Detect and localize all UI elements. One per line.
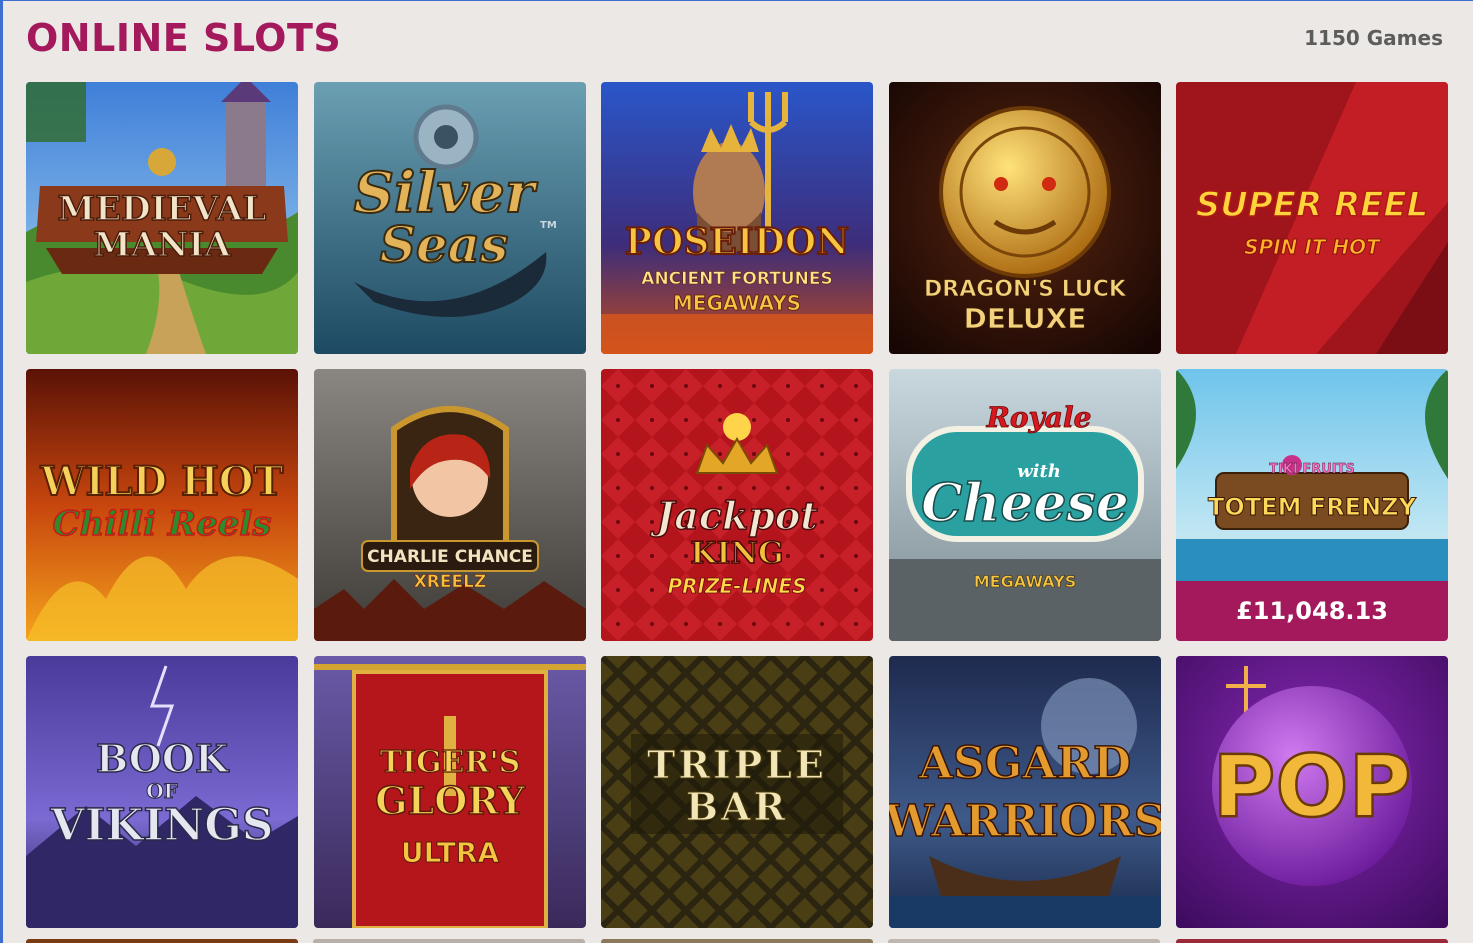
game-thumbnail: TIGER'S GLORY ULTRA <box>313 656 586 928</box>
game-title-line: Cheese <box>921 473 1129 534</box>
game-thumbnail: ASGARD WARRIORS <box>888 656 1161 928</box>
game-title-line: TIKI FRUITS <box>1269 462 1355 477</box>
game-thumbnail: POSEIDON ANCIENT FORTUNES MEGAWAYS <box>601 82 873 354</box>
game-title-line: GLORY <box>375 778 526 823</box>
game-title-line: PRIZE-LINES <box>668 574 807 598</box>
game-tile-pop[interactable]: POP <box>1176 656 1448 928</box>
game-title-line: WARRIORS <box>889 796 1161 847</box>
game-tile-jackpot-king[interactable]: Jackpot KING PRIZE-LINES <box>601 369 873 641</box>
game-title-line: POSEIDON <box>625 221 849 263</box>
game-title-line: SUPER REEL <box>1196 185 1429 225</box>
game-tile-dragons-luck-deluxe[interactable]: DRAGON'S LUCK DELUXE <box>888 82 1161 354</box>
game-tile-wild-hot-chilli-reels[interactable]: WILD HOT Chilli Reels <box>26 369 298 641</box>
game-tile-partial[interactable] <box>888 939 1160 943</box>
game-title-line: MEGAWAYS <box>673 291 801 315</box>
game-tile-triple-bar[interactable]: TRIPLE BAR <box>601 656 873 928</box>
game-thumbnail: Royale with Cheese MEGAWAYS <box>888 369 1161 641</box>
game-thumbnail: SUPER REEL SPIN IT HOT <box>1176 82 1448 354</box>
game-tile-silver-seas[interactable]: Silver Seas TM <box>313 82 586 354</box>
games-count: 1150 Games <box>1304 26 1443 50</box>
game-thumbnail: TRIPLE BAR <box>601 656 873 928</box>
game-title-line: BAR <box>686 784 788 829</box>
game-thumbnail: POP <box>1176 656 1448 928</box>
game-tile-tigers-glory[interactable]: TIGER'S GLORY ULTRA <box>313 656 586 928</box>
game-title-line: VIKINGS <box>49 800 273 851</box>
game-title-line: MEGAWAYS <box>973 572 1076 591</box>
game-tile-totem-frenzy[interactable]: TIKI FRUITS TOTEM FRENZY £11,048.13 <box>1176 369 1448 641</box>
game-title-line: XREELZ <box>413 572 486 592</box>
game-title-line: KING <box>690 536 783 571</box>
game-tile-partial[interactable] <box>601 939 873 943</box>
page-header: ONLINE SLOTS 1150 Games <box>26 14 1443 62</box>
game-thumbnail: DRAGON'S LUCK DELUXE <box>888 82 1161 354</box>
game-title-line: TOTEM FRENZY <box>1208 493 1417 521</box>
game-tile-partial[interactable] <box>313 939 585 943</box>
game-title-line: Chilli Reels <box>53 504 272 544</box>
game-title-line: ULTRA <box>400 836 499 869</box>
game-title-line: ASGARD <box>917 738 1130 789</box>
game-tile-medieval-mania[interactable]: MEDIEVAL MANIA <box>26 82 298 354</box>
game-title-line: TRIPLE <box>647 742 827 787</box>
game-title-line: POP <box>1212 737 1411 837</box>
game-title-line: ANCIENT FORTUNES <box>641 269 832 289</box>
game-title-line: DELUXE <box>963 302 1086 335</box>
game-title-line: MANIA <box>93 225 231 265</box>
game-thumbnail: Silver Seas TM <box>313 82 586 354</box>
game-tile-book-of-vikings[interactable]: BOOK OF VIKINGS <box>26 656 298 928</box>
game-title-line: Royale <box>985 401 1091 434</box>
game-tile-charlie-chance[interactable]: CHARLIE CHANCE XREELZ <box>313 369 586 641</box>
game-tile-royale-with-cheese[interactable]: Royale with Cheese MEGAWAYS <box>888 369 1161 641</box>
game-title-line: WILD HOT <box>40 458 284 505</box>
game-title-line: Seas <box>379 215 507 274</box>
game-thumbnail: WILD HOT Chilli Reels <box>26 369 298 641</box>
game-title-line: SPIN IT HOT <box>1244 235 1381 259</box>
game-tile-partial[interactable] <box>1176 939 1448 943</box>
game-title-line: TM <box>540 220 557 231</box>
game-title-line: Jackpot <box>650 493 818 538</box>
game-title-line: DRAGON'S LUCK <box>924 277 1127 302</box>
game-title-line: CHARLIE CHANCE <box>367 547 533 567</box>
game-thumbnail: BOOK OF VIKINGS <box>26 656 298 928</box>
games-grid: MEDIEVAL MANIA Silver Seas TM POSEIDON A… <box>26 82 1448 928</box>
game-thumbnail: Jackpot KING PRIZE-LINES <box>601 369 873 641</box>
game-title-line: TIGER'S <box>379 745 520 780</box>
game-tile-super-reel[interactable]: SUPER REEL SPIN IT HOT <box>1176 82 1448 354</box>
game-thumbnail: CHARLIE CHANCE XREELZ <box>313 369 586 641</box>
game-thumbnail: MEDIEVAL MANIA <box>26 82 298 354</box>
game-tile-partial[interactable] <box>26 939 298 943</box>
game-tile-poseidon[interactable]: POSEIDON ANCIENT FORTUNES MEGAWAYS <box>601 82 873 354</box>
page-title: ONLINE SLOTS <box>26 16 342 60</box>
game-tile-asgard-warriors[interactable]: ASGARD WARRIORS <box>888 656 1161 928</box>
jackpot-amount: £11,048.13 <box>1176 581 1448 641</box>
game-title-line: MEDIEVAL <box>58 189 267 229</box>
game-title-line: BOOK <box>96 736 230 781</box>
